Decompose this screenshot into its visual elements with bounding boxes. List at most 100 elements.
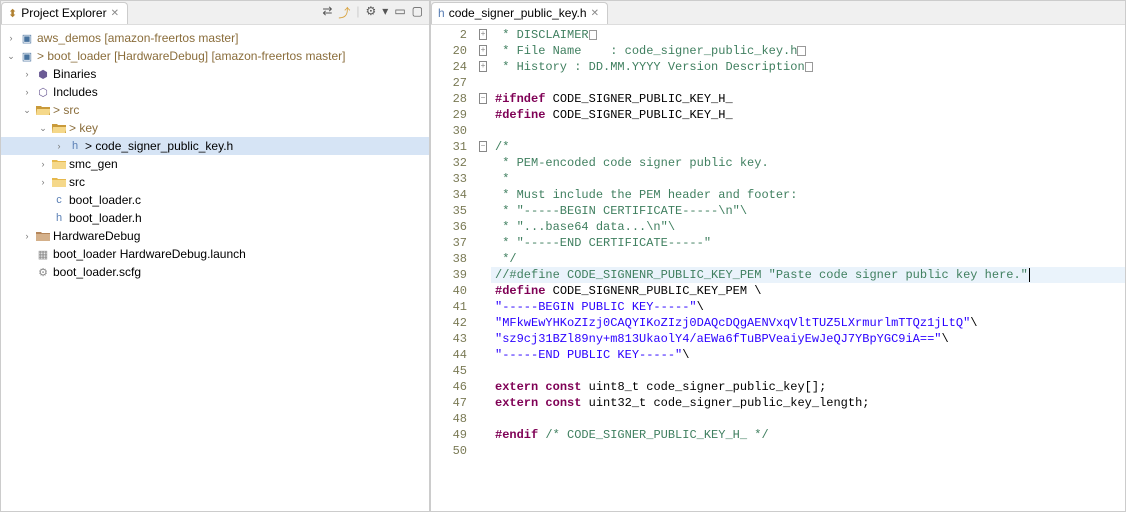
code-line[interactable]: #define CODE_SIGNER_PUBLIC_KEY_H_ [491, 107, 1125, 123]
tree-row[interactable]: ⚙boot_loader.scfg [1, 263, 429, 281]
tree-twisty-icon[interactable]: ⌄ [5, 51, 17, 62]
tree-row[interactable]: ›h> code_signer_public_key.h [1, 137, 429, 155]
code-line[interactable]: * "-----END CERTIFICATE-----" [491, 235, 1125, 251]
tree-twisty-icon[interactable]: › [37, 159, 49, 169]
explorer-title: Project Explorer [21, 6, 106, 20]
code-line[interactable]: * File Name : code_signer_public_key.h [491, 43, 1125, 59]
tree-label: smc_gen [69, 157, 118, 171]
folder-icon [51, 174, 67, 190]
c-file-icon: c [51, 192, 67, 208]
tree-label: HardwareDebug [53, 229, 140, 243]
code-line[interactable]: * History : DD.MM.YYYY Version Descripti… [491, 59, 1125, 75]
folded-region-icon[interactable] [589, 30, 598, 40]
tree-twisty-icon[interactable]: › [21, 87, 33, 97]
config-file-icon: ⚙ [35, 264, 51, 280]
code-line[interactable] [491, 443, 1125, 459]
close-icon[interactable]: ✕ [591, 8, 599, 19]
code-line[interactable]: #ifndef CODE_SIGNER_PUBLIC_KEY_H_ [491, 91, 1125, 107]
tree-label: boot_loader.c [69, 193, 141, 207]
tree-twisty-icon[interactable]: › [21, 69, 33, 79]
tree-label: boot_loader HardwareDebug.launch [53, 247, 246, 261]
explorer-toolbar: ⇄ ⤴ | ⚙ ▾ ▭ ▢ [322, 4, 429, 21]
tree-row[interactable]: ›src [1, 173, 429, 191]
collapse-all-icon[interactable]: ⇄ [322, 4, 332, 21]
code-editor[interactable]: 2202427282930313233343536373839404142434… [431, 25, 1125, 511]
fold-expand-icon[interactable]: + [479, 61, 488, 72]
explorer-icon: ⬍ [8, 7, 17, 20]
fold-expand-icon[interactable]: + [479, 45, 488, 56]
tree-twisty-icon[interactable]: ⌄ [21, 105, 33, 116]
includes-icon: ⬡ [35, 84, 51, 100]
tree-row[interactable]: cboot_loader.c [1, 191, 429, 209]
tree-twisty-icon[interactable]: › [53, 141, 65, 151]
text-cursor [1029, 268, 1030, 282]
tree-row[interactable]: › HardwareDebug [1, 227, 429, 245]
folded-region-icon[interactable] [805, 62, 814, 72]
tree-twisty-icon[interactable]: › [5, 33, 17, 43]
tree-row[interactable]: › smc_gen [1, 155, 429, 173]
tree-label: Binaries [53, 67, 96, 81]
code-line[interactable]: "MFkwEwYHKoZIzj0CAQYIKoZIzj0DAQcDQgAENVx… [491, 315, 1125, 331]
code-line[interactable] [491, 363, 1125, 379]
close-icon[interactable]: ✕ [111, 8, 119, 19]
explorer-tab[interactable]: ⬍ Project Explorer ✕ [1, 2, 128, 24]
editor-tabbar: h code_signer_public_key.h ✕ [431, 1, 1125, 25]
view-menu-icon[interactable]: ▾ [382, 4, 388, 21]
code-line[interactable]: * DISCLAIMER [491, 27, 1125, 43]
tree-row[interactable]: ›▣aws_demos [amazon-freertos master] [1, 29, 429, 47]
tree-twisty-icon[interactable]: ⌄ [37, 123, 49, 134]
code-line[interactable]: * [491, 171, 1125, 187]
fold-column[interactable]: + + + − − [475, 25, 491, 511]
launch-file-icon: ▦ [35, 246, 51, 262]
code-line[interactable]: * "-----BEGIN CERTIFICATE-----\n"\ [491, 203, 1125, 219]
project-explorer-pane: ⬍ Project Explorer ✕ ⇄ ⤴ | ⚙ ▾ ▭ ▢ ›▣aws… [0, 0, 430, 512]
code-line[interactable]: #endif /* CODE_SIGNER_PUBLIC_KEY_H_ */ [491, 427, 1125, 443]
editor-tab[interactable]: h code_signer_public_key.h ✕ [431, 2, 608, 24]
tree-row[interactable]: ⌄> key [1, 119, 429, 137]
tree-label: aws_demos [amazon-freertos master] [37, 31, 238, 45]
code-line[interactable]: * PEM-encoded code signer public key. [491, 155, 1125, 171]
project-tree[interactable]: ›▣aws_demos [amazon-freertos master]⌄▣> … [1, 25, 429, 511]
code-line[interactable]: extern const uint8_t code_signer_public_… [491, 379, 1125, 395]
code-line[interactable]: /* [491, 139, 1125, 155]
code-line[interactable]: * Must include the PEM header and footer… [491, 187, 1125, 203]
code-line[interactable]: "sz9cj31BZl89ny+m813UkaolY4/aEWa6fTuBPVe… [491, 331, 1125, 347]
tree-row[interactable]: ›⬡Includes [1, 83, 429, 101]
header-file-icon: h [51, 210, 67, 226]
code-line[interactable] [491, 123, 1125, 139]
link-editor-icon[interactable]: ⤴ [338, 4, 350, 21]
focus-icon[interactable]: ⚙ [366, 4, 377, 21]
code-line[interactable]: extern const uint32_t code_signer_public… [491, 395, 1125, 411]
tree-label: > boot_loader [HardwareDebug] [amazon-fr… [37, 49, 346, 63]
tree-label: > code_signer_public_key.h [85, 139, 233, 153]
tree-row[interactable]: hboot_loader.h [1, 209, 429, 227]
fold-expand-icon[interactable]: + [479, 29, 488, 40]
project-icon: ▣ [19, 30, 35, 46]
tree-label: boot_loader.h [69, 211, 142, 225]
fold-collapse-icon[interactable]: − [479, 141, 488, 152]
tree-row[interactable]: ▦boot_loader HardwareDebug.launch [1, 245, 429, 263]
code-line[interactable]: //#define CODE_SIGNENR_PUBLIC_KEY_PEM "P… [491, 267, 1125, 283]
tree-row[interactable]: ›⬢Binaries [1, 65, 429, 83]
line-number-gutter: 2202427282930313233343536373839404142434… [431, 25, 475, 511]
tree-label: boot_loader.scfg [53, 265, 141, 279]
code-line[interactable]: */ [491, 251, 1125, 267]
maximize-icon[interactable]: ▢ [412, 4, 423, 21]
tree-row[interactable]: ⌄> src [1, 101, 429, 119]
code-line[interactable] [491, 75, 1125, 91]
code-line[interactable]: * "...base64 data...\n"\ [491, 219, 1125, 235]
fold-collapse-icon[interactable]: − [479, 93, 488, 104]
code-line[interactable]: "-----BEGIN PUBLIC KEY-----"\ [491, 299, 1125, 315]
code-line[interactable] [491, 411, 1125, 427]
code-line[interactable]: #define CODE_SIGNENR_PUBLIC_KEY_PEM \ [491, 283, 1125, 299]
folded-region-icon[interactable] [797, 46, 806, 56]
tree-twisty-icon[interactable]: › [37, 177, 49, 187]
code-area[interactable]: * DISCLAIMER * File Name : code_signer_p… [491, 25, 1125, 511]
binaries-icon: ⬢ [35, 66, 51, 82]
code-line[interactable]: "-----END PUBLIC KEY-----"\ [491, 347, 1125, 363]
folder-icon [51, 156, 67, 172]
tree-twisty-icon[interactable]: › [21, 231, 33, 241]
tree-row[interactable]: ⌄▣> boot_loader [HardwareDebug] [amazon-… [1, 47, 429, 65]
header-file-icon: h [67, 138, 83, 154]
minimize-icon[interactable]: ▭ [394, 4, 405, 21]
